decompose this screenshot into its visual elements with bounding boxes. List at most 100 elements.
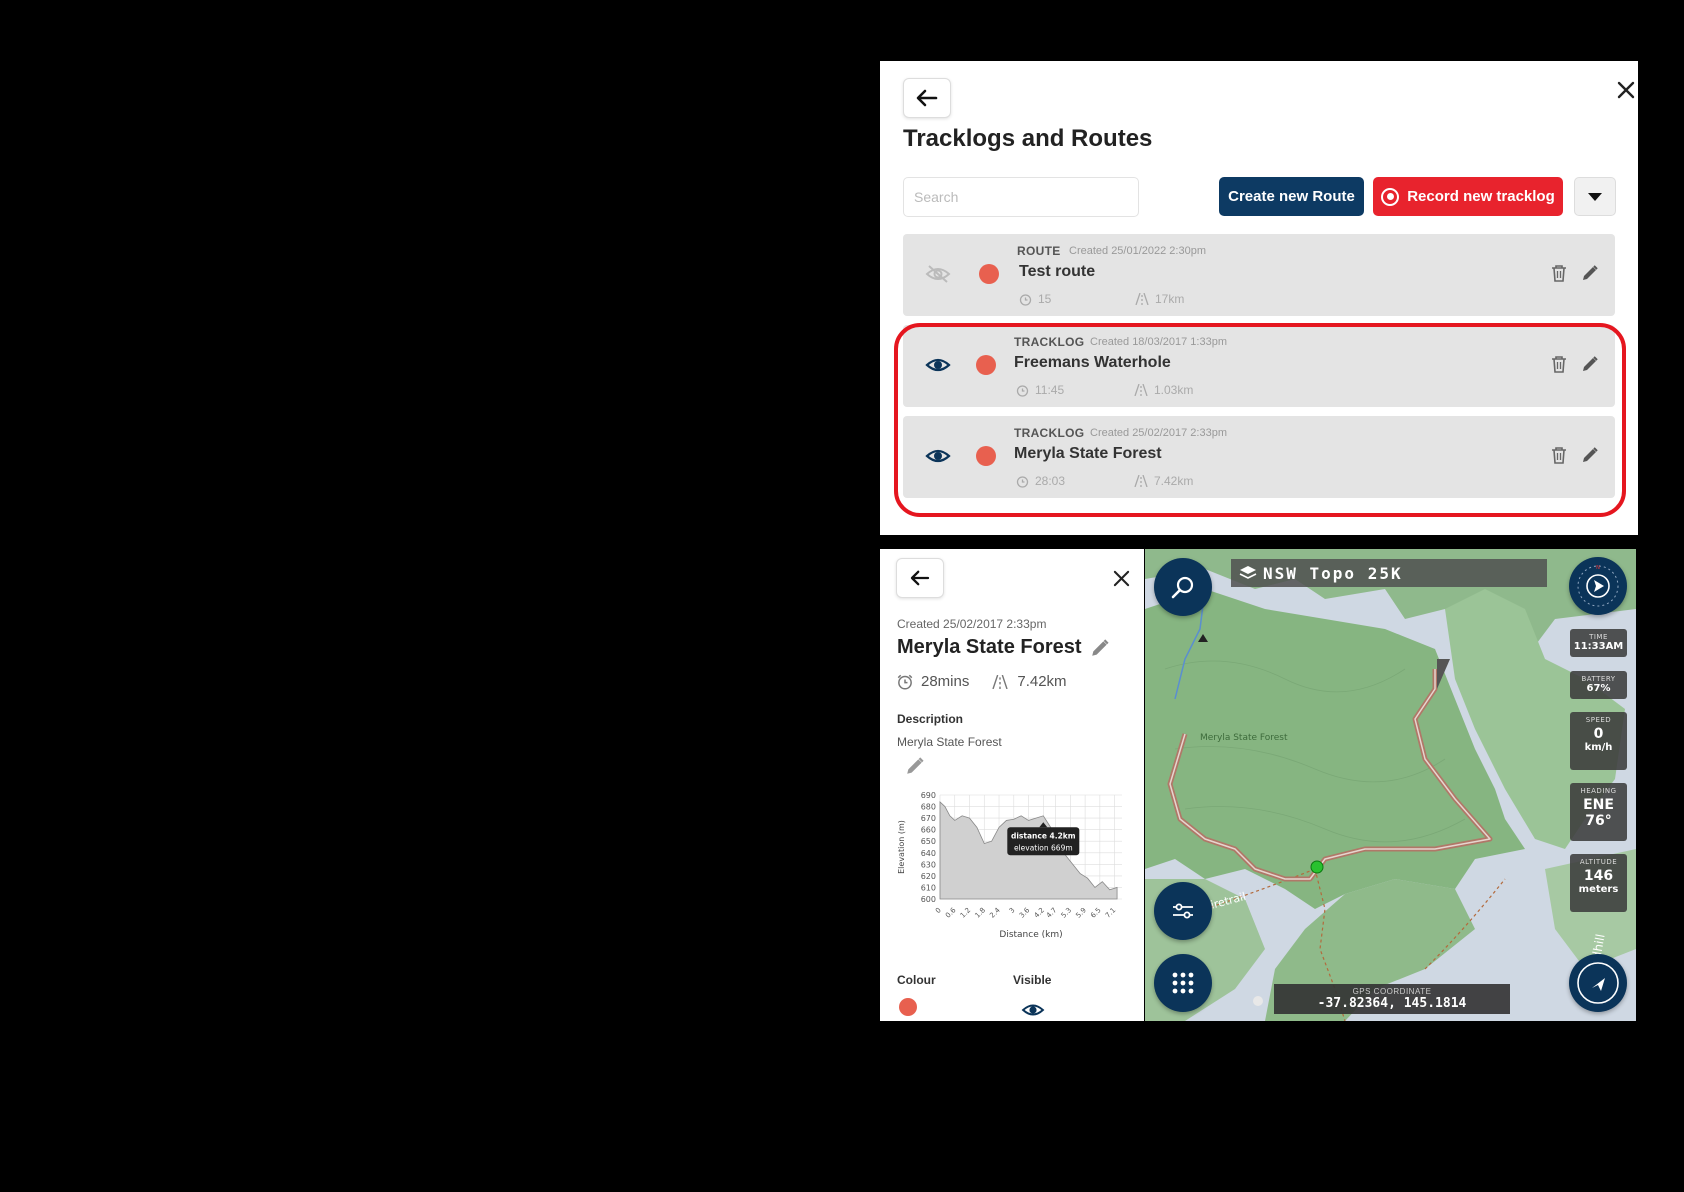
speed-value: 0 xyxy=(1593,726,1604,742)
item-created: Created 25/01/2022 2:30pm xyxy=(1069,245,1206,257)
compass-icon: N xyxy=(1577,565,1619,607)
description-label: Description xyxy=(897,712,964,726)
tracklog-title: Meryla State Forest xyxy=(897,636,1082,658)
x-tick-label: 0.6 xyxy=(944,906,958,920)
alarm-clock-icon xyxy=(897,674,913,690)
x-tick-label: 1.2 xyxy=(959,906,973,920)
x-tick-label: 4.7 xyxy=(1045,906,1059,920)
x-tick-label: 0 xyxy=(934,906,943,915)
more-options-dropdown[interactable] xyxy=(1574,177,1616,216)
item-name: Test route xyxy=(1019,263,1096,280)
eye-icon[interactable] xyxy=(1021,1001,1045,1021)
colour-dot[interactable] xyxy=(979,264,999,284)
speed-unit: km/h xyxy=(1584,742,1613,753)
map-layer-selector[interactable]: NSW Topo 25K xyxy=(1231,559,1547,587)
layer-name: NSW Topo 25K xyxy=(1263,563,1403,583)
speed-label: SPEED xyxy=(1585,716,1612,724)
y-tick-label: 640 xyxy=(921,849,936,858)
back-button[interactable] xyxy=(896,558,944,598)
record-tracklog-label: Record new tracklog xyxy=(1407,188,1555,205)
sliders-icon xyxy=(1173,903,1193,919)
x-tick-label: 6.5 xyxy=(1089,906,1103,920)
gps-label: GPS COORDINATE xyxy=(1352,987,1432,996)
time-value: 11:33AM xyxy=(1573,641,1624,652)
close-button[interactable] xyxy=(1614,78,1638,102)
topo-map[interactable] xyxy=(1145,549,1636,1021)
gps-coordinate-widget: GPS COORDINATE -37.82364, 145.1814 xyxy=(1274,984,1510,1014)
elevation-chart-svg: 600 610 620 630 640 650 660 670 680 690 0 0.6 1.2 1.8… xyxy=(897,791,1122,940)
altitude-value: 146 xyxy=(1583,868,1614,884)
y-tick-label: 690 xyxy=(921,791,936,800)
heading-degrees: 76° xyxy=(1585,813,1612,829)
eye-off-icon[interactable] xyxy=(925,264,951,289)
page-indicator-dot xyxy=(1253,996,1263,1006)
close-icon xyxy=(1617,81,1635,99)
apps-menu-button[interactable] xyxy=(1154,954,1212,1012)
item-time: 15 xyxy=(1019,292,1051,306)
page-title: Tracklogs and Routes xyxy=(903,125,1153,152)
x-tick-label: 3.6 xyxy=(1018,906,1032,920)
locate-me-button[interactable] xyxy=(1569,954,1627,1012)
x-tick-label: 3 xyxy=(1008,906,1017,915)
altitude-label: ALTITUDE xyxy=(1579,858,1618,866)
y-tick-label: 650 xyxy=(921,837,936,846)
battery-value: 67% xyxy=(1586,683,1611,694)
x-tick-label: 7.1 xyxy=(1104,906,1118,920)
speed-widget: SPEED 0 km/h xyxy=(1570,712,1627,770)
current-location-marker xyxy=(1310,860,1324,874)
svg-text:N: N xyxy=(1596,565,1600,571)
elevation-chart: 600 610 620 630 640 650 660 670 680 690 0 0.6 1.2 1.8… xyxy=(896,787,1136,947)
map-view[interactable]: Meryla State Forest Firetrail Redhill NS… xyxy=(1145,549,1636,1021)
tracklog-detail-panel: Created 25/02/2017 2:33pm Meryla State F… xyxy=(880,549,1144,1021)
heading-value: ENE xyxy=(1583,797,1614,813)
caret-down-icon xyxy=(1588,192,1602,201)
back-button[interactable] xyxy=(903,78,951,118)
tooltip-line2: elevation 669m xyxy=(1014,843,1073,852)
heading-widget: HEADING ENE 76° xyxy=(1570,783,1627,841)
heading-label: HEADING xyxy=(1580,787,1617,795)
battery-label: BATTERY xyxy=(1581,675,1616,683)
altitude-unit: meters xyxy=(1578,884,1619,895)
y-tick-label: 620 xyxy=(921,872,936,881)
record-tracklog-button[interactable]: Record new tracklog xyxy=(1373,177,1563,216)
alarm-clock-icon xyxy=(1019,293,1032,306)
compass-button[interactable]: N xyxy=(1569,557,1627,615)
y-tick-label: 660 xyxy=(921,826,936,835)
colour-label: Colour xyxy=(897,973,936,987)
layers-icon xyxy=(1239,566,1257,579)
description-text: Meryla State Forest xyxy=(897,735,1002,749)
y-tick-label: 670 xyxy=(921,814,936,823)
battery-widget: BATTERY 67% xyxy=(1570,671,1627,699)
create-route-button[interactable]: Create new Route xyxy=(1219,177,1364,216)
time-widget: TIME 11:33AM xyxy=(1570,629,1627,657)
gps-value: -37.82364, 145.1814 xyxy=(1317,996,1467,1011)
x-tick-label: 5.3 xyxy=(1060,906,1074,920)
edit-description-pencil-icon[interactable] xyxy=(905,756,925,781)
trash-icon[interactable] xyxy=(1551,264,1567,287)
y-tick-label: 610 xyxy=(921,883,936,892)
distance-value: 7.42km xyxy=(1017,673,1067,690)
close-button[interactable] xyxy=(1109,566,1133,590)
highlight-outline xyxy=(894,323,1626,517)
colour-swatch[interactable] xyxy=(899,998,917,1016)
list-item[interactable]: ROUTE Created 25/01/2022 2:30pm Test rou… xyxy=(903,234,1615,316)
edit-title-pencil-icon[interactable] xyxy=(1090,638,1110,663)
record-icon xyxy=(1381,187,1400,206)
item-kind: ROUTE xyxy=(1017,244,1061,258)
x-tick-label: 1.8 xyxy=(974,906,988,920)
map-label-forest: Meryla State Forest xyxy=(1200,733,1288,743)
visible-label: Visible xyxy=(1013,973,1052,987)
search-input[interactable] xyxy=(903,177,1139,217)
y-tick-label: 630 xyxy=(921,860,936,869)
pencil-icon[interactable] xyxy=(1581,264,1599,287)
filter-button[interactable] xyxy=(1154,882,1212,940)
time-label: TIME xyxy=(1589,633,1608,641)
altitude-widget: ALTITUDE 146 meters xyxy=(1570,854,1627,912)
search-map-button[interactable] xyxy=(1154,558,1212,616)
y-tick-label: 680 xyxy=(921,803,936,812)
item-time-value: 15 xyxy=(1038,292,1052,306)
x-axis-label: Distance (km) xyxy=(999,930,1062,940)
grid-dots-icon xyxy=(1172,972,1194,994)
road-icon xyxy=(1135,293,1149,305)
create-route-label: Create new Route xyxy=(1228,188,1355,205)
